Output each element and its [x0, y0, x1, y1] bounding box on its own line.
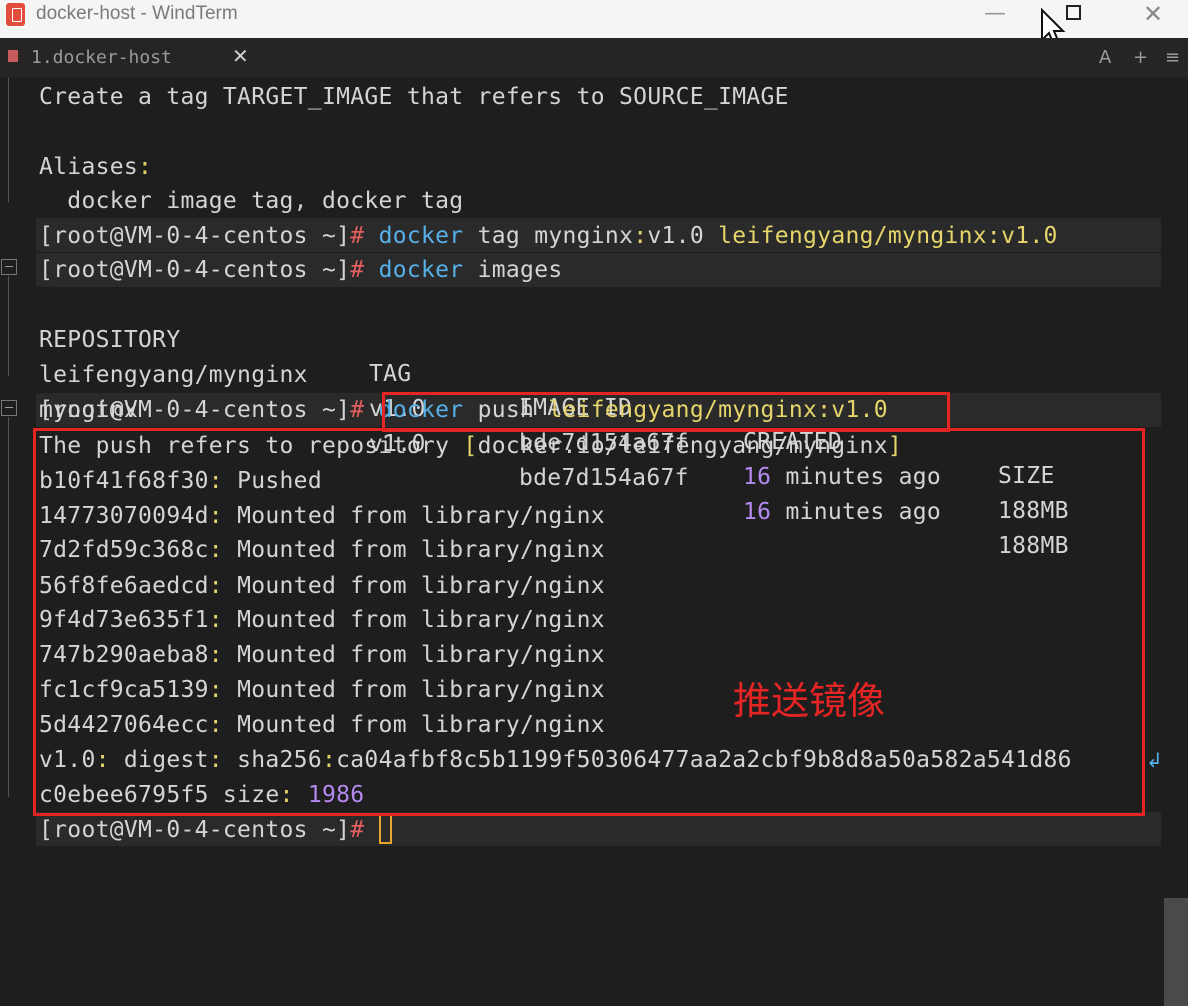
fold-guide	[8, 417, 9, 797]
fold-toggle-icon[interactable]	[1, 400, 17, 416]
tab-close-button[interactable]: ✕	[232, 44, 249, 68]
minimize-button[interactable]: —	[970, 0, 1020, 30]
shell-prompt: [root@VM-0-4-centos ~]	[39, 817, 351, 843]
prompt-hash: #	[350, 817, 365, 843]
tab-session-icon	[8, 50, 18, 62]
aliases-colon: :	[138, 154, 153, 180]
maximize-icon	[1065, 5, 1081, 20]
window-title: docker-host - WindTerm	[36, 3, 238, 24]
command-name: docker	[378, 223, 464, 249]
command-target: leifengyang/mynginx:v1.0	[718, 223, 1058, 249]
push-output-highlight	[33, 428, 1145, 816]
command-colon: :	[633, 223, 648, 249]
menu-icon[interactable]: ≡	[1165, 47, 1180, 68]
aliases-value: docker image tag, docker tag	[39, 188, 464, 214]
prompt-hash: #	[350, 223, 365, 249]
window-titlebar: docker-host - WindTerm — ✕	[0, 0, 1188, 47]
command-args: images	[463, 257, 563, 283]
add-tab-button[interactable]: +	[1133, 47, 1148, 68]
command-line-current[interactable]: [root@VM-0-4-centos ~]#	[39, 813, 392, 847]
line-wrap-icon: ↲	[1146, 748, 1163, 772]
tab-bar: 1.docker-host ✕ A + ≡	[0, 38, 1188, 78]
prompt-hash: #	[350, 397, 365, 423]
command-args: v1.0	[647, 223, 719, 249]
command-args: tag mynginx	[463, 223, 634, 249]
terminal-output[interactable]: Create a tag TARGET_IMAGE that refers to…	[0, 78, 1188, 1006]
column-header: TAG	[369, 361, 412, 387]
fold-guide	[8, 78, 9, 202]
font-icon[interactable]: A	[1099, 47, 1111, 68]
command-name: docker	[378, 257, 464, 283]
table-row: leifengyang/mynginx v1.0 bde7d154a67f 16…	[39, 324, 1068, 524]
help-line: Create a tag TARGET_IMAGE that refers to…	[39, 84, 789, 110]
annotation-label: 推送镜像	[733, 679, 886, 723]
fold-guide	[8, 276, 9, 376]
table-row: mynginx v1.0 bde7d154a67f 16 minutes ago…	[39, 359, 1068, 559]
shell-prompt: [root@VM-0-4-centos ~]	[39, 257, 351, 283]
windterm-app-icon	[6, 3, 25, 26]
aliases-label: Aliases	[39, 154, 139, 180]
vertical-scrollbar[interactable]	[1164, 898, 1188, 1006]
aliases-line: Aliases:	[39, 150, 152, 184]
shell-prompt: [root@VM-0-4-centos ~]	[39, 397, 351, 423]
fold-toggle-icon[interactable]	[1, 259, 17, 275]
images-table-header: REPOSITORY TAG IMAGE ID CREATED SIZE	[39, 289, 1054, 489]
command-line-tag: [root@VM-0-4-centos ~]# docker tag myngi…	[39, 219, 1058, 253]
prompt-hash: #	[350, 257, 365, 283]
command-line-images: [root@VM-0-4-centos ~]# docker images	[39, 253, 562, 287]
push-command-highlight	[382, 392, 950, 432]
close-window-button[interactable]: ✕	[1128, 0, 1178, 30]
tab-docker-host[interactable]: 1.docker-host	[31, 47, 172, 68]
shell-prompt: [root@VM-0-4-centos ~]	[39, 223, 351, 249]
text-cursor	[378, 813, 392, 844]
